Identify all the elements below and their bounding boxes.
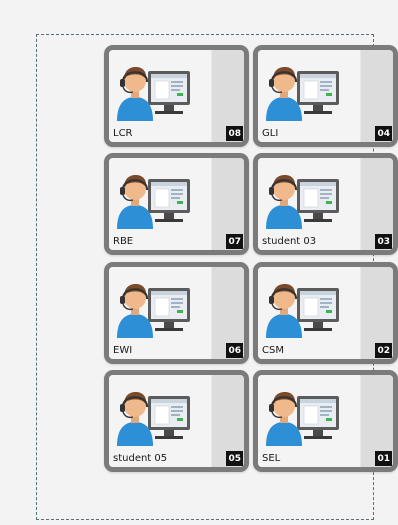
student-at-computer-icon	[265, 391, 340, 446]
student-tile-student-03[interactable]: student 03 03	[253, 153, 398, 255]
student-at-computer-icon	[116, 283, 191, 338]
student-tile-rbe[interactable]: RBE 07	[104, 153, 249, 255]
student-at-computer-icon	[116, 66, 191, 121]
student-name: student 05	[113, 453, 168, 464]
student-tile-csm[interactable]: CSM 02	[253, 262, 398, 364]
student-name: EWI	[113, 345, 133, 356]
student-name: student 03	[262, 236, 317, 247]
student-at-computer-icon	[265, 283, 340, 338]
student-at-computer-icon	[265, 66, 340, 121]
student-tile-student-05[interactable]: student 05 05	[104, 370, 249, 472]
student-tile-ewi[interactable]: EWI 06	[104, 262, 249, 364]
student-at-computer-icon	[265, 174, 340, 229]
student-number-badge: 01	[375, 451, 392, 466]
student-at-computer-icon	[116, 391, 191, 446]
student-number-badge: 05	[226, 451, 243, 466]
student-at-computer-icon	[116, 174, 191, 229]
student-number-badge: 06	[226, 343, 243, 358]
student-name: SEL	[262, 453, 281, 464]
student-number-badge: 07	[226, 234, 243, 249]
student-name: LCR	[113, 128, 133, 139]
student-tile-gli[interactable]: GLI 04	[253, 45, 398, 147]
student-name: CSM	[262, 345, 284, 356]
student-name: RBE	[113, 236, 134, 247]
student-number-badge: 02	[375, 343, 392, 358]
student-number-badge: 08	[226, 126, 243, 141]
student-tile-sel[interactable]: SEL 01	[253, 370, 398, 472]
student-number-badge: 04	[375, 126, 392, 141]
student-tile-lcr[interactable]: LCR 08	[104, 45, 249, 147]
student-number-badge: 03	[375, 234, 392, 249]
student-name: GLI	[262, 128, 279, 139]
